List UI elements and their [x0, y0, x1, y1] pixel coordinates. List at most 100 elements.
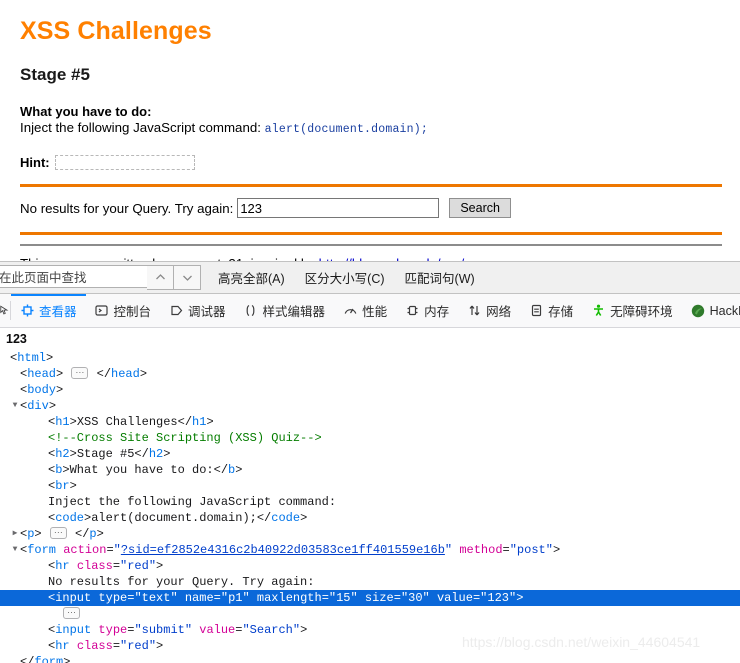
markup-node-content: <!--Cross Site Scripting (XSS) Quiz--> — [48, 431, 322, 445]
find-options: 高亮全部(A) 区分大小写(C) 匹配词句(W) — [218, 268, 475, 287]
divider-orange-bottom — [20, 232, 722, 235]
markup-node[interactable]: ▼ <form action="?sid=ef2852e4316c2b40922d… — [0, 542, 740, 558]
js-command-code: alert(document.domain); — [264, 123, 428, 136]
tab-performance-label: 性能 — [362, 305, 388, 319]
tab-accessibility[interactable]: 无障碍环境 — [582, 294, 682, 327]
query-result-text: No results for your Query. Try again: — [20, 200, 234, 216]
twisty-expanded-icon[interactable]: ▼ — [10, 542, 20, 558]
find-option-match-case[interactable]: 区分大小写(C) — [305, 268, 385, 287]
markup-node-content: <body> — [20, 383, 64, 397]
markup-node[interactable]: </form> — [0, 654, 740, 663]
tab-network-label: 网络 — [486, 305, 512, 319]
divider-orange-top — [20, 184, 722, 187]
tab-style-editor-label: 样式编辑器 — [262, 305, 326, 319]
markup-node-content: <input type="text" name="p1" maxlength="… — [48, 591, 524, 605]
debugger-icon — [169, 304, 183, 318]
find-option-highlight-all[interactable]: 高亮全部(A) — [218, 268, 285, 287]
twisty-expanded-icon[interactable]: ▼ — [10, 398, 20, 414]
tab-hackbar-label: HackB — [709, 303, 740, 318]
chevron-up-icon — [155, 272, 166, 283]
markup-node-content: Inject the following JavaScript command: — [48, 495, 337, 509]
find-option-whole-words[interactable]: 匹配词句(W) — [405, 268, 475, 287]
devtools-tab-bar: 查看器 控制台 调试器 样式编辑器 性能 内存 网络 存储 无障碍环境 Hack — [0, 294, 740, 328]
find-previous-button[interactable] — [147, 265, 174, 290]
tab-console-label: 控制台 — [113, 305, 152, 319]
query-input[interactable] — [237, 198, 440, 218]
markup-tree-panel[interactable]: <html> <head> ⋯ </head> <body> ▼ <div> <h1>XS… — [0, 350, 740, 663]
markup-node[interactable]: <!--Cross Site Scripting (XSS) Quiz--> — [0, 430, 740, 446]
markup-node-content: <h1>XSS Challenges</h1> — [48, 415, 214, 429]
network-icon — [467, 304, 481, 318]
markup-node-content: <p> ⋯ </p> — [20, 527, 104, 542]
markup-node-content: <head> ⋯ </head> — [20, 367, 148, 381]
markup-node[interactable]: ⋯ — [0, 606, 740, 622]
markup-node-content: <input type="submit" value="Search"> — [48, 623, 308, 637]
tab-network[interactable]: 网络 — [458, 294, 520, 327]
find-in-page-bar: 高亮全部(A) 区分大小写(C) 匹配词句(W) — [0, 261, 740, 294]
stage-heading: Stage #5 — [20, 65, 90, 84]
search-form: No results for your Query. Try again: Se… — [20, 198, 722, 218]
markup-node-content: <html> — [10, 351, 54, 365]
tab-memory[interactable]: 内存 — [396, 294, 458, 327]
element-picker-icon[interactable] — [0, 294, 10, 327]
style-editor-icon — [244, 304, 258, 318]
divider-grey — [20, 244, 722, 246]
markup-node-content: ⋯ — [62, 607, 81, 621]
markup-node[interactable]: <code>alert(document.domain);</code> — [0, 510, 740, 526]
tab-inspector[interactable]: 查看器 — [11, 294, 86, 327]
find-next-button[interactable] — [174, 265, 201, 290]
find-input[interactable] — [0, 265, 147, 288]
markup-node[interactable]: <head> ⋯ </head> — [0, 366, 740, 382]
task-label: What you have to do: — [20, 104, 152, 119]
console-icon — [95, 304, 109, 318]
tab-storage[interactable]: 存储 — [520, 294, 582, 327]
markup-node[interactable]: ▼ <div> — [0, 398, 740, 414]
chevron-down-icon — [182, 272, 193, 283]
markup-node-content: </form> — [20, 655, 71, 663]
tab-style-editor[interactable]: 样式编辑器 — [235, 294, 335, 327]
markup-node[interactable]: <h2>Stage #5</h2> — [0, 446, 740, 462]
memory-icon — [405, 304, 419, 318]
markup-node-content: <hr class="red"> — [48, 639, 164, 653]
markup-search-value: 123 — [6, 332, 27, 346]
tab-inspector-label: 查看器 — [39, 305, 77, 319]
find-input-group — [0, 265, 201, 290]
markup-node[interactable]: ▶ <p> ⋯ </p> — [0, 526, 740, 542]
hint-box[interactable] — [54, 155, 195, 170]
markup-node[interactable]: <b>What you have to do:</b> — [0, 462, 740, 478]
markup-node[interactable]: No results for your Query. Try again: — [0, 574, 740, 590]
markup-node-content: <b>What you have to do:</b> — [48, 463, 243, 477]
browser-page-viewport: XSS Challenges Stage #5 What you have to… — [0, 0, 740, 261]
search-button[interactable]: Search — [449, 198, 511, 218]
markup-node-selected[interactable]: <input type="text" name="p1" maxlength="… — [0, 590, 740, 606]
markup-node[interactable]: <hr class="red"> — [0, 638, 740, 654]
task-description: Inject the following JavaScript command:… — [20, 120, 722, 138]
markup-node-content: <h2>Stage #5</h2> — [48, 447, 171, 461]
tab-storage-label: 存储 — [548, 305, 574, 319]
storage-icon — [529, 304, 543, 318]
performance-icon — [343, 304, 357, 318]
page-title: XSS Challenges — [20, 17, 212, 45]
markup-node[interactable]: <hr class="red"> — [0, 558, 740, 574]
task-description-text: Inject the following JavaScript command: — [20, 120, 261, 135]
hint-row: Hint: — [20, 155, 722, 170]
tab-hackbar[interactable]: HackB — [682, 294, 740, 327]
hint-label: Hint: — [20, 155, 50, 170]
tab-accessibility-label: 无障碍环境 — [610, 305, 673, 319]
markup-node-content: <code>alert(document.domain);</code> — [48, 511, 308, 525]
devtools-tabs: 查看器 控制台 调试器 样式编辑器 性能 内存 网络 存储 无障碍环境 Hack — [11, 294, 740, 327]
tab-debugger[interactable]: 调试器 — [160, 294, 235, 327]
accessibility-icon — [591, 304, 605, 318]
markup-node[interactable]: Inject the following JavaScript command: — [0, 494, 740, 510]
markup-node[interactable]: <h1>XSS Challenges</h1> — [0, 414, 740, 430]
markup-node[interactable]: <input type="submit" value="Search"> — [0, 622, 740, 638]
markup-search-bar[interactable]: 123 — [0, 328, 740, 350]
twisty-collapsed-icon[interactable]: ▶ — [10, 526, 20, 542]
markup-node[interactable]: <html> — [0, 350, 740, 366]
markup-node[interactable]: <body> — [0, 382, 740, 398]
tab-performance[interactable]: 性能 — [334, 294, 396, 327]
hackbar-icon — [691, 304, 705, 318]
tab-console[interactable]: 控制台 — [86, 294, 161, 327]
markup-node-content: <form action="?sid=ef2852e4316c2b40922d0… — [20, 543, 561, 558]
markup-node[interactable]: <br> — [0, 478, 740, 494]
